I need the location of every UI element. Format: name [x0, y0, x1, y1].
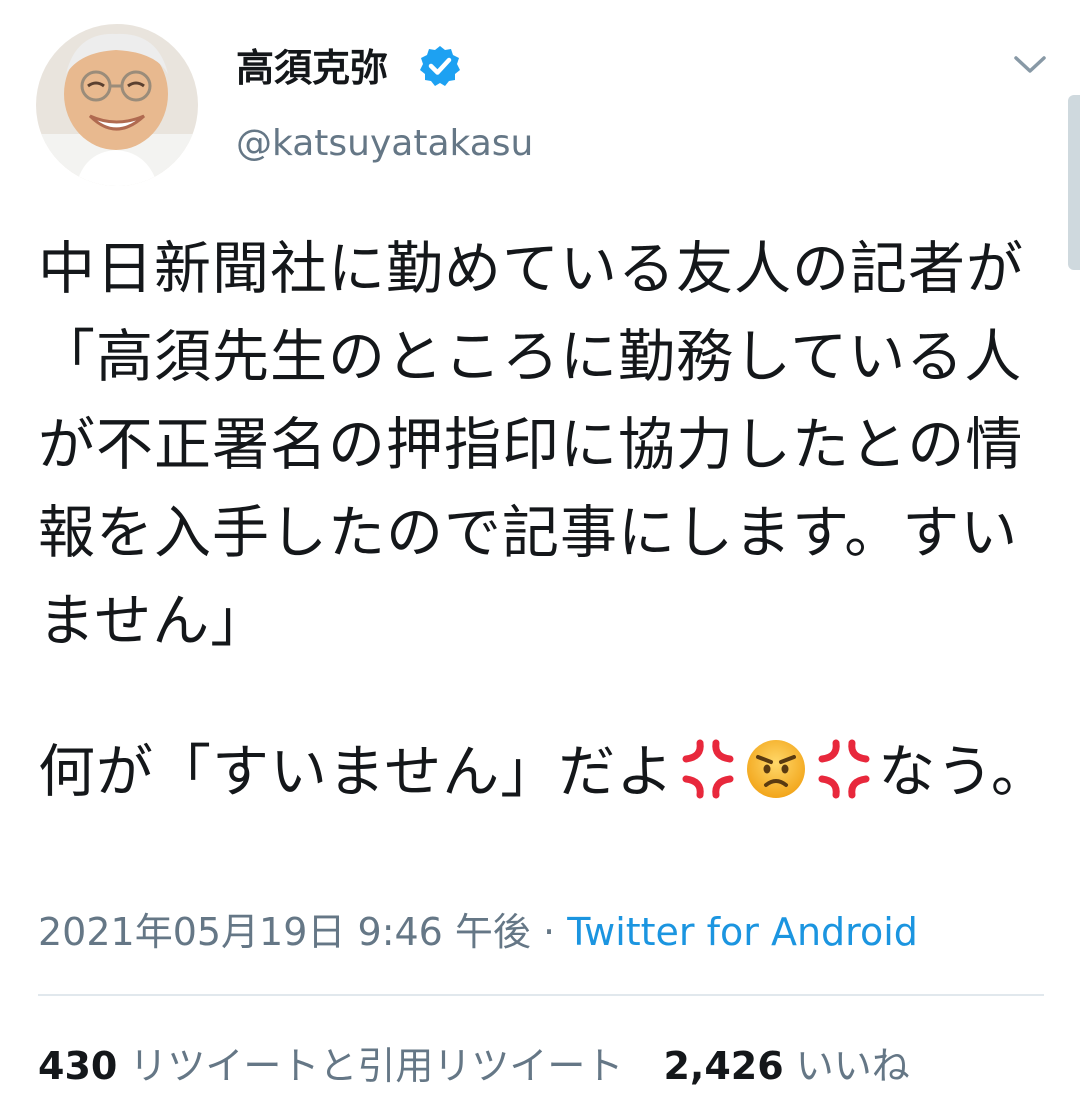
divider [38, 994, 1044, 996]
tweet-time[interactable]: 9:46 午後 [358, 910, 531, 954]
verified-badge-icon [418, 44, 462, 88]
likes-stat[interactable]: 2,426 いいね [663, 1044, 909, 1088]
retweets-stat[interactable]: 430 リツイートと引用リツイート [38, 1044, 623, 1088]
tweet-meta: 2021年05月19日 9:46 午後 · Twitter for Androi… [38, 904, 918, 960]
tweet-text-second-paragraph: 何が「すいません」だよ なう。 [38, 728, 1053, 816]
retweets-count: 430 [38, 1044, 118, 1088]
tweet-text-part: 何が「すいません」だよ [38, 739, 675, 805]
likes-count: 2,426 [663, 1044, 784, 1088]
anger-symbol-icon [676, 737, 740, 801]
chevron-down-icon[interactable] [1010, 50, 1050, 78]
tweet-text-part: なう。 [878, 739, 1049, 805]
retweets-label: リツイートと引用リツイート [129, 1044, 624, 1088]
handle[interactable]: @katsuyatakasu [236, 118, 533, 170]
tweet-date[interactable]: 2021年05月19日 [38, 910, 345, 954]
scrollbar[interactable] [1068, 95, 1080, 270]
avatar[interactable] [36, 24, 198, 186]
tweet-source-link[interactable]: Twitter for Android [567, 910, 918, 954]
likes-label: いいね [795, 1044, 910, 1088]
meta-separator: · [530, 910, 568, 954]
anger-symbol-icon [812, 737, 876, 801]
display-name[interactable]: 高須克弥 [236, 40, 388, 96]
angry-face-icon [744, 737, 808, 801]
tweet-stats: 430 リツイートと引用リツイート 2,426 いいね [38, 1038, 910, 1094]
tweet-text: 中日新聞社に勤めている友人の記者が「高須先生のところに勤務している人が不正署名の… [38, 236, 1024, 654]
